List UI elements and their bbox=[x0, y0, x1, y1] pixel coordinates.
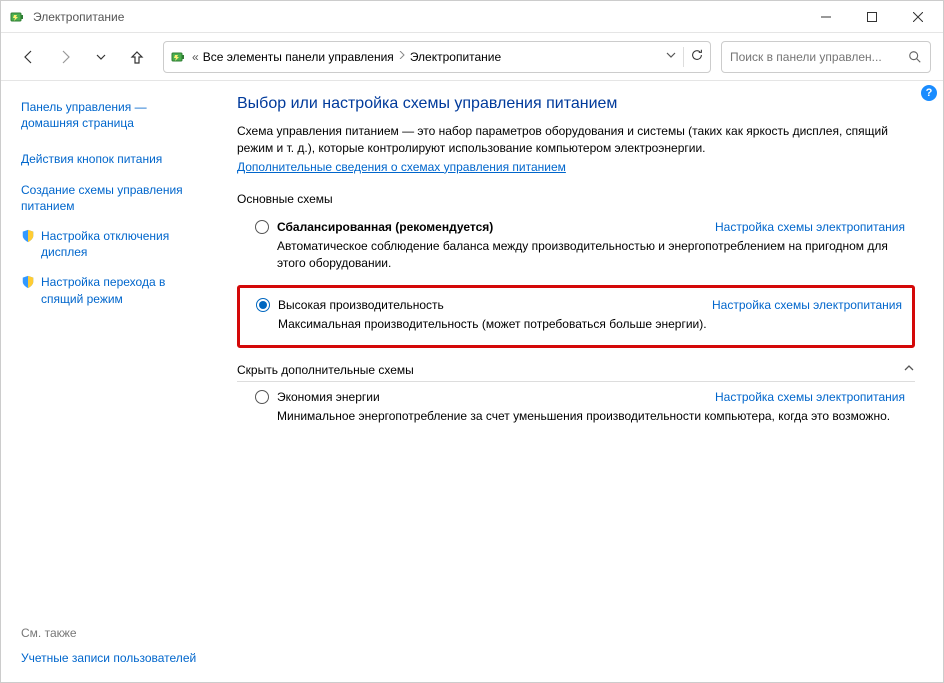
shield-icon bbox=[21, 229, 35, 243]
power-options-icon bbox=[9, 9, 25, 25]
control-panel-home-link[interactable]: Панель управления — домашняя страница bbox=[21, 99, 199, 131]
address-bar[interactable]: « Все элементы панели управления Электро… bbox=[163, 41, 711, 73]
hide-additional-plans[interactable]: Скрыть дополнительные схемы bbox=[237, 362, 915, 382]
forward-button[interactable] bbox=[49, 41, 81, 73]
minimize-button[interactable] bbox=[803, 2, 849, 32]
breadcrumb-item-all[interactable]: Все элементы панели управления bbox=[203, 50, 394, 64]
search-icon bbox=[908, 50, 922, 64]
plan-high-name[interactable]: Высокая производительность bbox=[278, 298, 444, 312]
sidebar-sleep[interactable]: Настройка перехода в спящий режим bbox=[21, 274, 199, 306]
main-content: ? Выбор или настройка схемы управления п… bbox=[215, 81, 943, 682]
shield-icon bbox=[21, 275, 35, 289]
sidebar-power-button-actions[interactable]: Действия кнопок питания bbox=[21, 151, 199, 167]
search-input[interactable] bbox=[730, 50, 902, 64]
learn-more-link[interactable]: Дополнительные сведения о схемах управле… bbox=[237, 160, 566, 174]
section-main-plans: Основные схемы bbox=[237, 192, 915, 206]
sidebar-create-plan[interactable]: Создание схемы управления питанием bbox=[21, 182, 199, 214]
plan-eco-name[interactable]: Экономия энергии bbox=[277, 390, 380, 404]
plan-balanced: Сбалансированная (рекомендуется) Настрой… bbox=[237, 212, 915, 282]
plan-balanced-name[interactable]: Сбалансированная (рекомендуется) bbox=[277, 220, 493, 234]
sidebar-item-label: Настройка отключения дисплея bbox=[41, 228, 199, 260]
sidebar-display-off[interactable]: Настройка отключения дисплея bbox=[21, 228, 199, 260]
address-dropdown-button[interactable] bbox=[665, 49, 677, 64]
radio-balanced[interactable] bbox=[255, 220, 269, 234]
radio-high-performance[interactable] bbox=[256, 298, 270, 312]
plan-high-performance: Высокая производительность Настройка схе… bbox=[237, 285, 915, 348]
titlebar: Электропитание bbox=[1, 1, 943, 33]
refresh-button[interactable] bbox=[690, 48, 704, 65]
chevron-up-icon bbox=[903, 362, 915, 377]
hide-additional-label: Скрыть дополнительные схемы bbox=[237, 363, 414, 377]
maximize-button[interactable] bbox=[849, 2, 895, 32]
plan-eco-settings-link[interactable]: Настройка схемы электропитания bbox=[715, 390, 905, 404]
sidebar: Панель управления — домашняя страница Де… bbox=[1, 81, 215, 682]
navbar: « Все элементы панели управления Электро… bbox=[1, 33, 943, 81]
intro-text: Схема управления питанием — это набор па… bbox=[237, 123, 915, 158]
close-button[interactable] bbox=[895, 2, 941, 32]
recent-locations-button[interactable] bbox=[85, 41, 117, 73]
plan-high-settings-link[interactable]: Настройка схемы электропитания bbox=[712, 298, 902, 312]
search-box[interactable] bbox=[721, 41, 931, 73]
sidebar-item-label: Настройка перехода в спящий режим bbox=[41, 274, 199, 306]
plan-power-saver: Экономия энергии Настройка схемы электро… bbox=[237, 382, 915, 435]
see-also-label: См. также bbox=[21, 626, 199, 640]
radio-power-saver[interactable] bbox=[255, 390, 269, 404]
page-title: Выбор или настройка схемы управления пит… bbox=[237, 95, 915, 113]
back-button[interactable] bbox=[13, 41, 45, 73]
breadcrumb-root-glyph: « bbox=[192, 50, 199, 64]
sidebar-user-accounts[interactable]: Учетные записи пользователей bbox=[21, 650, 199, 666]
breadcrumb-item-power[interactable]: Электропитание bbox=[410, 50, 501, 64]
plan-eco-desc: Минимальное энергопотребление за счет ум… bbox=[277, 408, 905, 425]
plan-balanced-settings-link[interactable]: Настройка схемы электропитания bbox=[715, 220, 905, 234]
plan-high-desc: Максимальная производительность (может п… bbox=[278, 316, 902, 333]
help-icon[interactable]: ? bbox=[921, 85, 937, 101]
up-button[interactable] bbox=[121, 41, 153, 73]
window-title: Электропитание bbox=[33, 10, 803, 24]
power-options-icon bbox=[170, 49, 186, 65]
chevron-right-icon bbox=[398, 51, 406, 62]
plan-balanced-desc: Автоматическое соблюдение баланса между … bbox=[277, 238, 905, 272]
